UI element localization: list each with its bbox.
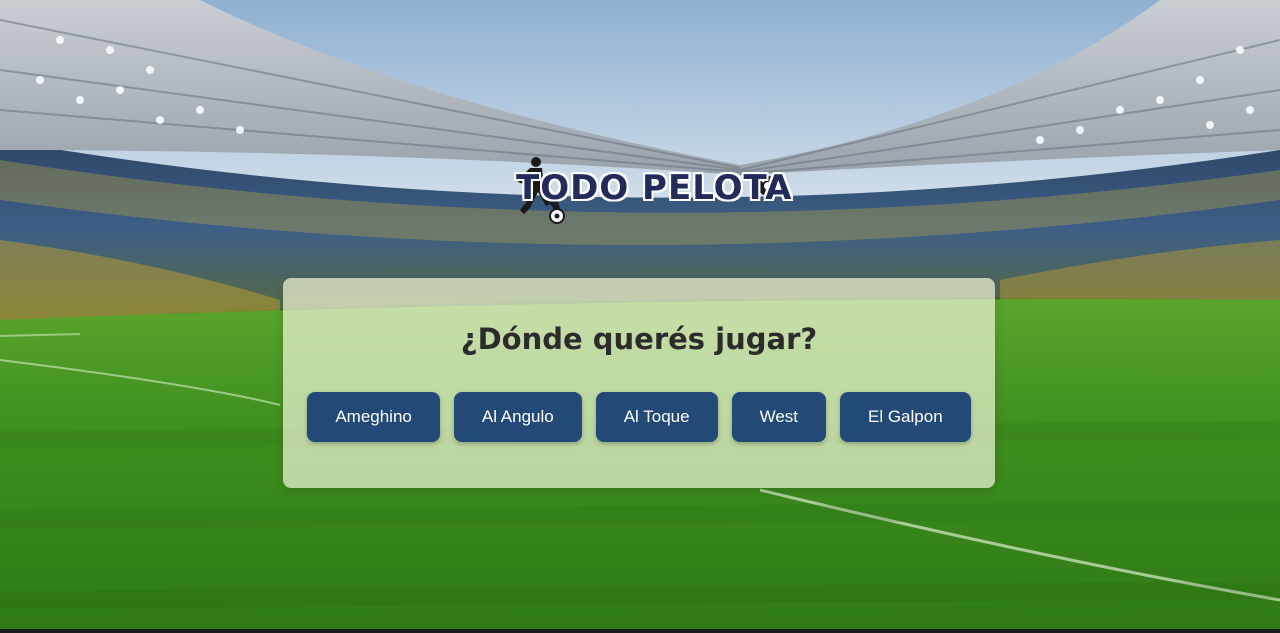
venue-button-row: Ameghino Al Angulo Al Toque West El Galp… [283,392,995,442]
venue-selection-panel: ¿Dónde querés jugar? Ameghino Al Angulo … [283,278,995,488]
venue-button-el-galpon[interactable]: El Galpon [840,392,971,442]
venue-button-al-angulo[interactable]: Al Angulo [453,392,582,442]
venue-button-ameghino[interactable]: Ameghino [307,392,440,442]
panel-title: ¿Dónde querés jugar? [460,322,818,356]
venue-button-al-toque[interactable]: Al Toque [595,392,718,442]
stadium-background: TODO PELOTA ¿Dónde querés jugar? Ameghin… [0,0,1280,633]
brand-logo-text: TODO PELOTA [516,168,793,208]
venue-button-west[interactable]: West [731,392,826,442]
